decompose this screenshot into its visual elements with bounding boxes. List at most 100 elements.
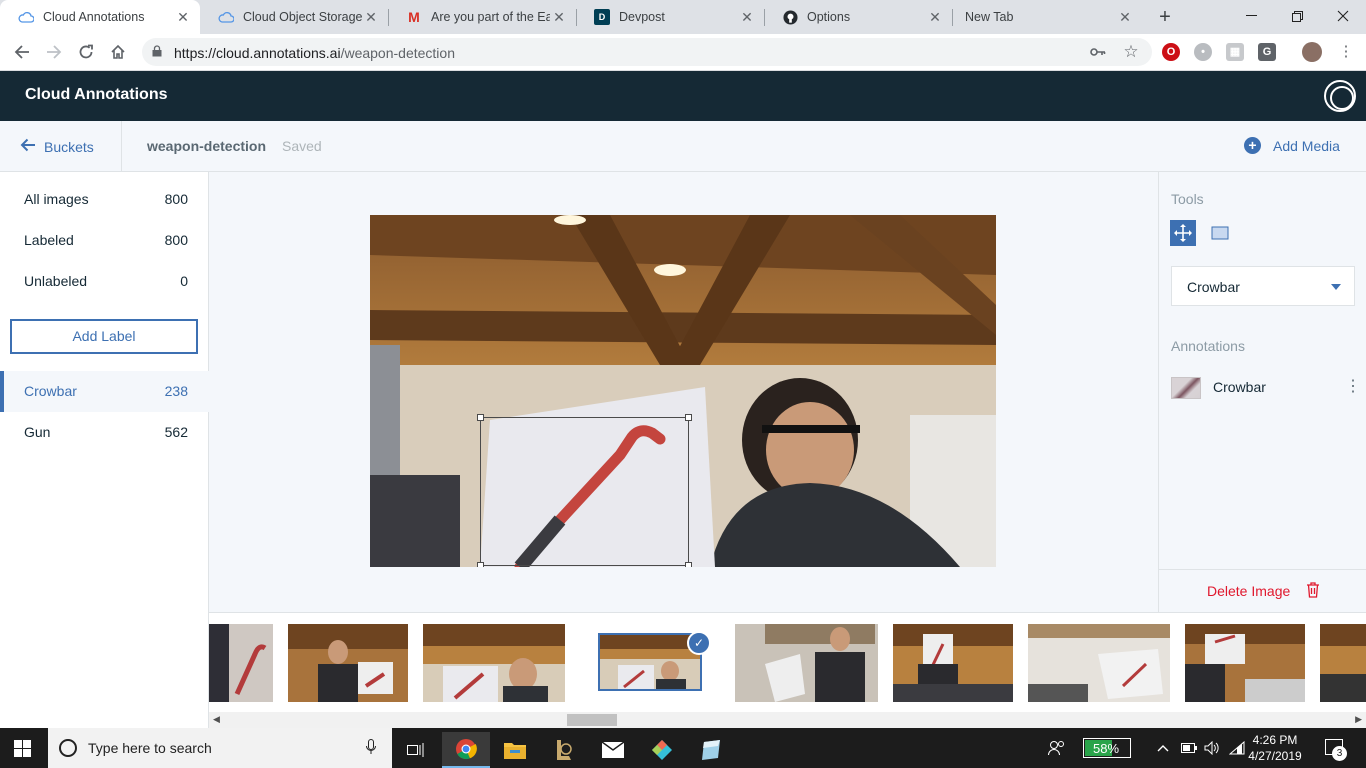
filmstrip-scrollbar[interactable]: ◀ ▶ <box>209 712 1366 729</box>
close-window-button[interactable] <box>1320 0 1366 32</box>
close-tab-icon[interactable]: ✕ <box>738 9 756 26</box>
scroll-right-icon[interactable]: ▶ <box>1355 714 1362 725</box>
film-thumbnail[interactable] <box>288 624 408 702</box>
back-icon[interactable] <box>10 40 34 64</box>
battery-indicator[interactable]: 58% <box>1083 738 1131 758</box>
annotation-thumbnail <box>1171 377 1201 399</box>
tab-title: New Tab <box>965 10 1014 24</box>
new-tab-button[interactable]: + <box>1154 6 1176 28</box>
add-label-button[interactable]: Add Label <box>10 319 198 354</box>
notification-count: 3 <box>1332 746 1347 761</box>
add-media-button[interactable]: + Add Media <box>1244 137 1340 154</box>
windows-start-icon[interactable] <box>14 740 31 757</box>
system-clock[interactable]: 4:26 PM 4/27/2019 <box>1240 732 1310 764</box>
filter-all-images[interactable]: All images 800 <box>0 172 209 213</box>
scrollbar-thumb[interactable] <box>567 714 617 726</box>
label-select-dropdown[interactable]: Crowbar <box>1171 266 1355 306</box>
bookmark-star-icon[interactable]: ☆ <box>1123 43 1139 60</box>
close-tab-icon[interactable]: ✕ <box>174 9 192 26</box>
clock-date: 4/27/2019 <box>1248 749 1302 763</box>
reload-icon[interactable] <box>74 40 98 64</box>
film-thumbnail[interactable] <box>209 624 273 702</box>
film-thumbnail[interactable] <box>1185 624 1305 702</box>
move-tool-icon[interactable] <box>1170 220 1196 246</box>
film-thumbnail[interactable] <box>735 624 878 702</box>
restore-button[interactable] <box>1274 0 1320 32</box>
delete-image-button[interactable]: Delete Image <box>1207 583 1290 599</box>
trash-icon[interactable] <box>1306 582 1320 598</box>
filter-count: 0 <box>180 273 188 289</box>
mail-icon[interactable] <box>589 732 637 768</box>
save-status: Saved <box>282 138 322 154</box>
close-tab-icon[interactable]: ✕ <box>362 9 380 26</box>
grammar-extension-icon[interactable]: G <box>1258 43 1276 61</box>
tab-devpost[interactable]: D Devpost ✕ <box>576 0 764 34</box>
close-tab-icon[interactable]: ✕ <box>1116 9 1134 26</box>
address-bar[interactable]: https://cloud.annotations.ai/weapon-dete… <box>142 38 1152 66</box>
close-tab-icon[interactable]: ✕ <box>926 9 944 26</box>
resize-handle[interactable] <box>477 562 484 567</box>
film-thumbnail[interactable] <box>1320 624 1366 702</box>
task-view-icon[interactable] <box>392 732 440 768</box>
browser-tab-strip: Cloud Annotations ✕ Cloud Object Storage… <box>0 0 1366 34</box>
tab-new-tab[interactable]: New Tab ✕ <box>952 0 1142 34</box>
overflow-menu-icon[interactable]: ⋮ <box>1345 375 1361 399</box>
tab-title: Are you part of the Eag <box>431 10 550 24</box>
annotation-item[interactable]: Crowbar ⋮ <box>1171 375 1363 399</box>
notification-center-icon[interactable]: 3 <box>1325 739 1347 761</box>
chevron-up-icon[interactable] <box>1157 728 1169 768</box>
filter-labeled[interactable]: Labeled 800 <box>0 213 209 254</box>
key-icon[interactable] <box>1090 44 1106 60</box>
scroll-left-icon[interactable]: ◀ <box>213 714 220 725</box>
tab-options[interactable]: Options ✕ <box>764 0 952 34</box>
resize-handle[interactable] <box>685 414 692 421</box>
people-icon[interactable] <box>1048 728 1066 768</box>
annotated-photo[interactable] <box>370 215 996 567</box>
chrome-taskbar-icon[interactable] <box>442 732 490 768</box>
film-thumbnail[interactable] <box>1028 624 1170 702</box>
user-account-icon[interactable] <box>1324 80 1356 112</box>
label-name: Crowbar <box>24 383 77 399</box>
browser-menu-icon[interactable]: ⋮ <box>1334 40 1358 64</box>
tab-title: Cloud Object Storage - <box>243 10 362 24</box>
discord-extension-icon[interactable]: • <box>1194 43 1212 61</box>
url-host: https://cloud.annotations.ai <box>174 45 341 61</box>
devpost-icon: D <box>594 9 610 25</box>
forward-icon[interactable] <box>42 40 66 64</box>
back-to-buckets-button[interactable]: Buckets <box>20 137 94 157</box>
minimize-button[interactable] <box>1228 0 1274 32</box>
notes-app-icon[interactable] <box>687 732 735 768</box>
volume-icon[interactable] <box>1204 728 1220 768</box>
resize-handle[interactable] <box>477 414 484 421</box>
label-item-gun[interactable]: Gun 562 <box>0 412 209 453</box>
league-client-icon[interactable] <box>540 732 588 768</box>
profile-avatar-icon[interactable] <box>1302 42 1322 62</box>
tab-gmail[interactable]: M Are you part of the Eag ✕ <box>388 0 576 34</box>
opera-extension-icon[interactable]: O <box>1162 43 1180 61</box>
app-brand: Cloud Annotations <box>25 86 168 103</box>
tab-cloud-object-storage[interactable]: Cloud Object Storage - ✕ <box>200 0 388 34</box>
battery-icon[interactable] <box>1181 728 1197 768</box>
label-sidebar: All images 800 Labeled 800 Unlabeled 0 A… <box>0 172 209 728</box>
label-item-crowbar[interactable]: Crowbar 238 <box>0 371 209 412</box>
filter-label: Unlabeled <box>24 273 88 289</box>
image-extension-icon[interactable]: ▦ <box>1226 43 1244 61</box>
tab-cloud-annotations[interactable]: Cloud Annotations ✕ <box>0 0 200 34</box>
file-explorer-icon[interactable] <box>491 732 539 768</box>
resize-handle[interactable] <box>685 562 692 567</box>
tab-title: Options <box>807 10 851 24</box>
film-thumbnail[interactable] <box>423 624 565 702</box>
close-tab-icon[interactable]: ✕ <box>550 9 568 26</box>
annotation-label: Crowbar <box>1213 379 1266 395</box>
tools-sidebar: Tools Crowbar Annotations Crowbar ⋮ Dele… <box>1158 172 1366 612</box>
filter-count: 800 <box>164 232 188 248</box>
film-thumbnail[interactable] <box>893 624 1013 702</box>
sub-header: Buckets weapon-detection Saved + Add Med… <box>0 121 1366 172</box>
microphone-icon[interactable] <box>366 739 376 759</box>
bounding-box-crowbar[interactable] <box>477 414 692 567</box>
box-tool-icon[interactable] <box>1207 220 1233 246</box>
filter-unlabeled[interactable]: Unlabeled 0 <box>0 254 209 295</box>
taskbar-search-box[interactable]: Type here to search <box>48 728 392 768</box>
home-icon[interactable] <box>106 40 130 64</box>
git-app-icon[interactable] <box>638 732 686 768</box>
